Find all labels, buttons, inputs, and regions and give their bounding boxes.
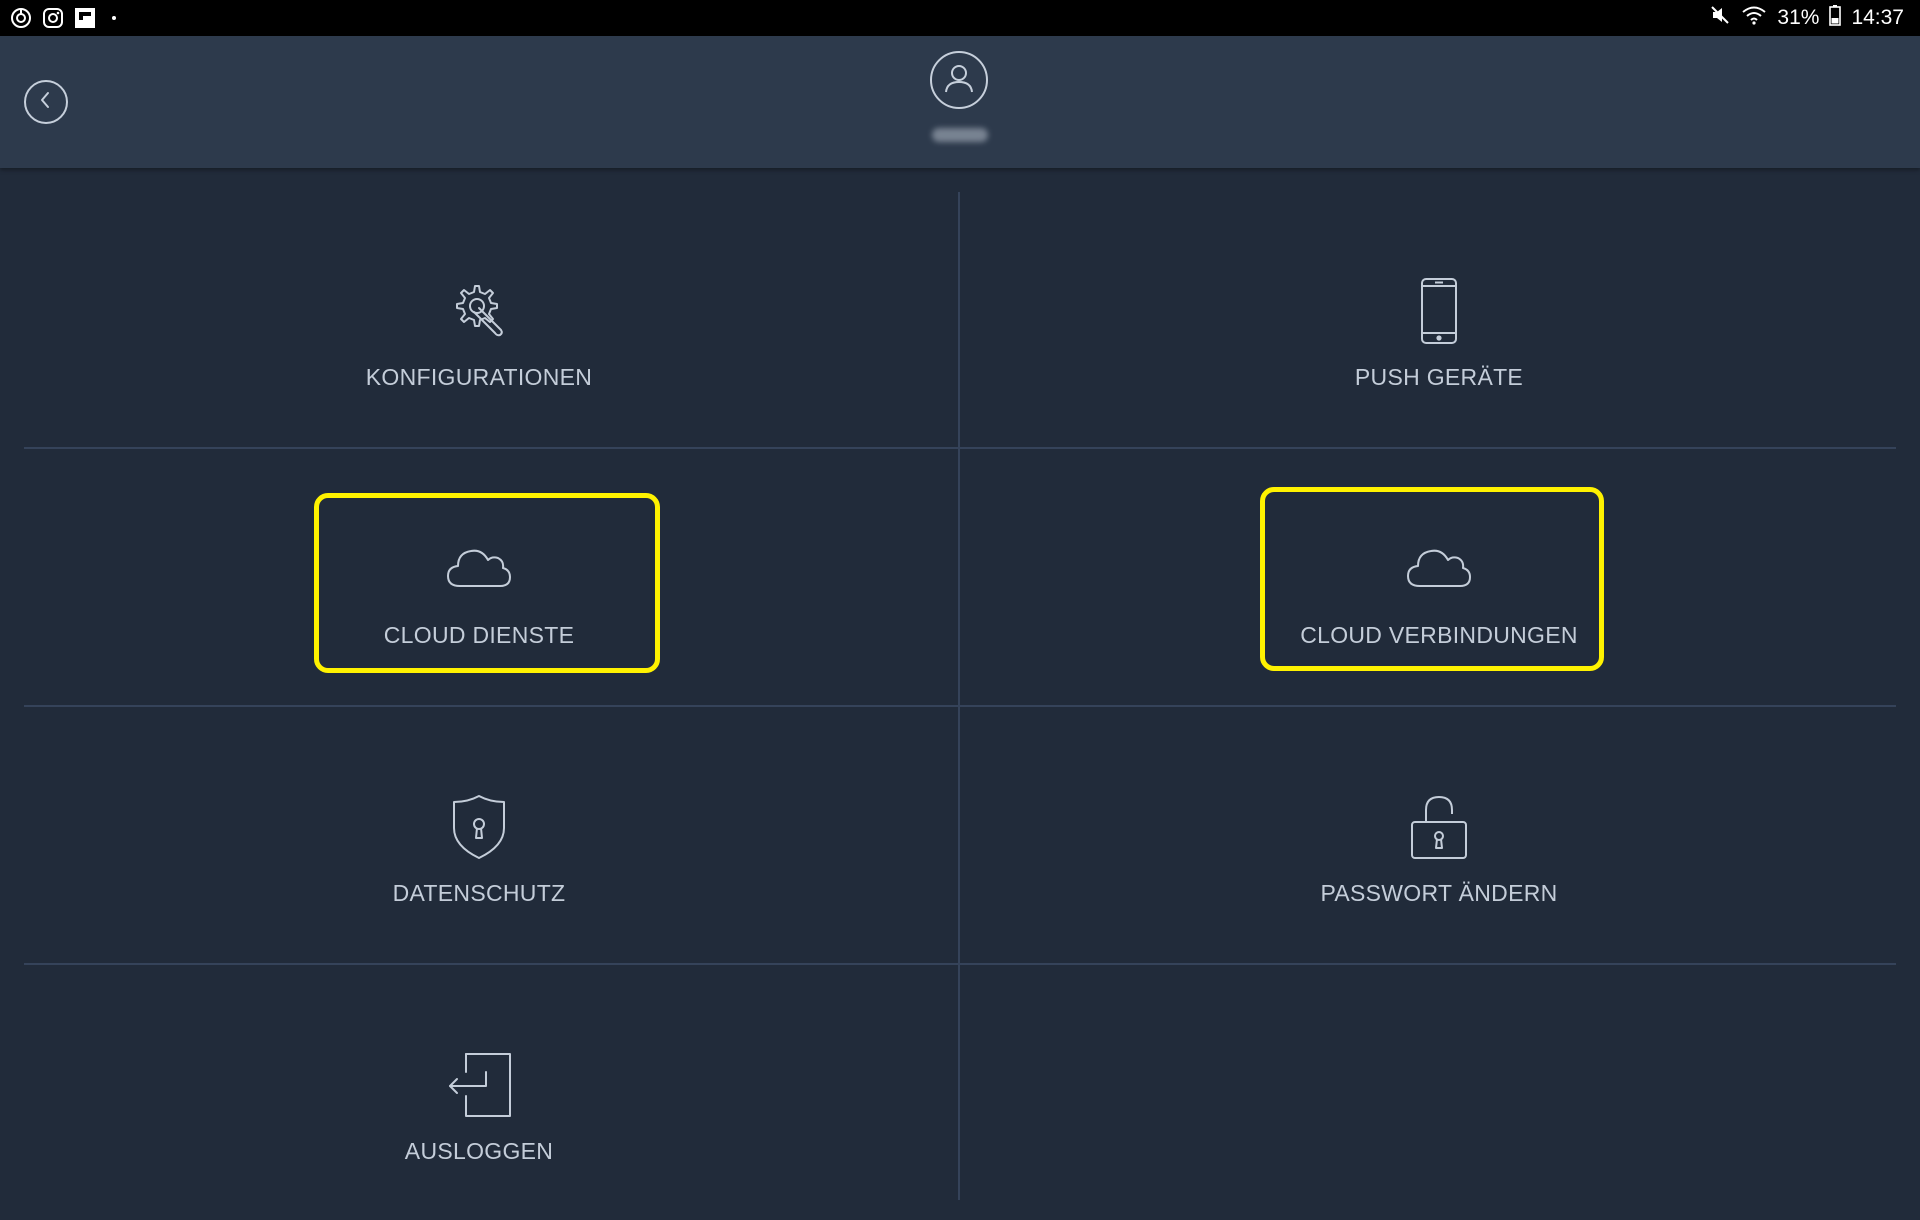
smartphone-icon	[1406, 278, 1472, 344]
unlock-icon	[1406, 794, 1472, 860]
status-bar-left	[10, 7, 116, 29]
flipboard-icon	[74, 7, 96, 29]
tile-label: CLOUD VERBINDUNGEN	[1300, 622, 1578, 648]
clock: 14:37	[1851, 6, 1904, 29]
mute-icon	[1709, 4, 1731, 32]
tile-ausloggen[interactable]: AUSLOGGEN	[0, 962, 958, 1220]
tile-push-geraete[interactable]: PUSH GERÄTE	[960, 188, 1918, 446]
tile-datenschutz[interactable]: DATENSCHUTZ	[0, 704, 958, 962]
settings-wrench-icon	[446, 278, 512, 344]
tile-label: CLOUD DIENSTE	[383, 622, 575, 648]
tile-passwort-aendern[interactable]: PASSWORT ÄNDERN	[960, 704, 1918, 962]
tile-label: DATENSCHUTZ	[392, 880, 566, 906]
notification-dot-icon	[112, 16, 116, 20]
wifi-icon	[1741, 4, 1767, 32]
sync-icon	[10, 7, 32, 29]
settings-grid: KONFIGURATIONEN PUSH GERÄTE CLOUD DIENST…	[0, 168, 1920, 1200]
user-icon	[939, 58, 979, 103]
avatar[interactable]	[930, 51, 988, 109]
tile-label: PASSWORT ÄNDERN	[1320, 880, 1558, 906]
status-bar: 31% 14:37	[0, 0, 1920, 36]
tile-cloud-verbindungen[interactable]: CLOUD VERBINDUNGEN	[960, 446, 1918, 704]
tile-label: KONFIGURATIONEN	[365, 364, 593, 390]
cloud-icon	[446, 536, 512, 602]
back-button[interactable]	[24, 80, 68, 124]
logout-icon	[446, 1052, 512, 1118]
shield-lock-icon	[446, 794, 512, 860]
instagram-icon	[42, 7, 64, 29]
tile-label: AUSLOGGEN	[404, 1138, 554, 1164]
battery-percent: 31%	[1777, 6, 1820, 29]
chevron-left-icon	[36, 90, 56, 115]
header	[0, 36, 1920, 168]
tile-konfigurationen[interactable]: KONFIGURATIONEN	[0, 188, 958, 446]
cloud-icon	[1406, 536, 1472, 602]
battery-icon	[1829, 4, 1842, 32]
tile-cloud-dienste[interactable]: CLOUD DIENSTE	[0, 446, 958, 704]
username-blurred	[932, 128, 988, 142]
status-bar-right: 31% 14:37	[1709, 0, 1904, 36]
tile-label: PUSH GERÄTE	[1354, 364, 1524, 390]
